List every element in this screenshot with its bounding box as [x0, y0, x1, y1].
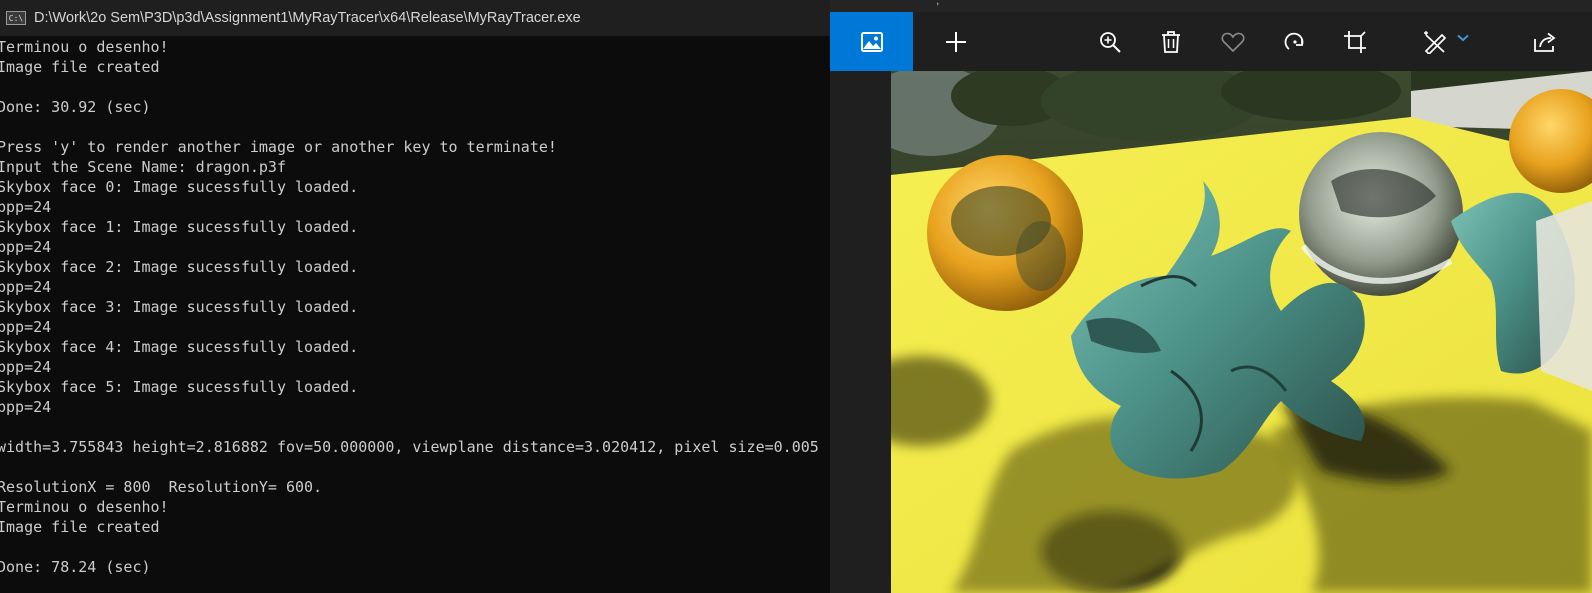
console-title-bar[interactable]: C:\ D:\Work\2o Sem\P3D\p3d\Assignment1\M… — [0, 0, 830, 36]
share-button[interactable] — [1520, 12, 1570, 71]
rotate-button[interactable] — [1270, 12, 1320, 71]
console-line: Skybox face 1: Image sucessfully loaded. — [0, 218, 359, 236]
heart-icon — [1221, 32, 1245, 52]
console-line: Press 'y' to render another image or ano… — [0, 138, 557, 156]
trash-icon — [1162, 30, 1180, 53]
edit-create-icon — [1424, 30, 1447, 54]
photos-viewer-window: , — [830, 0, 1592, 593]
console-line: bpp=24 — [0, 358, 52, 376]
console-line: ResolutionX = 800 ResolutionY= 600. — [0, 478, 323, 496]
console-line: Input the Scene Name: dragon.p3f — [0, 158, 286, 176]
console-line: Skybox face 5: Image sucessfully loaded. — [0, 378, 359, 396]
photos-toolbar — [830, 12, 1592, 71]
add-button[interactable] — [914, 12, 997, 71]
rotate-icon — [1284, 32, 1304, 50]
console-line: bpp=24 — [0, 398, 52, 416]
console-line: Terminou o desenho! — [0, 498, 169, 516]
console-line: Terminou o desenho! — [0, 38, 169, 56]
console-app-icon: C:\ — [6, 11, 26, 25]
view-image-button[interactable] — [830, 12, 913, 71]
console-line: bpp=24 — [0, 198, 52, 216]
photo-canvas[interactable] — [830, 71, 1592, 593]
crop-button[interactable] — [1330, 12, 1380, 71]
delete-button[interactable] — [1146, 12, 1196, 71]
console-line: Image file created — [0, 58, 160, 76]
console-line: Skybox face 3: Image sucessfully loaded. — [0, 298, 359, 316]
photos-title-fragment: , — [936, 0, 940, 7]
console-line: bpp=24 — [0, 318, 52, 336]
chevron-down-icon — [1457, 34, 1469, 41]
zoom-in-icon — [1100, 31, 1121, 53]
console-line: Skybox face 0: Image sucessfully loaded. — [0, 178, 359, 196]
console-line: Skybox face 2: Image sucessfully loaded. — [0, 258, 359, 276]
photos-title-strip: , — [830, 0, 1592, 12]
plus-icon — [945, 31, 966, 52]
console-line: bpp=24 — [0, 238, 52, 256]
share-icon — [1534, 32, 1556, 52]
console-output[interactable]: Terminou o desenho! Image file created Don… — [0, 37, 830, 577]
console-window-title: D:\Work\2o Sem\P3D\p3d\Assignment1\MyRay… — [34, 10, 581, 26]
image-icon — [860, 31, 883, 52]
favorite-button[interactable] — [1208, 12, 1258, 71]
zoom-in-button[interactable] — [1085, 12, 1135, 71]
console-line: bpp=24 — [0, 278, 52, 296]
console-line: Image file created — [0, 518, 160, 536]
console-line: Done: 78.24 (sec) — [0, 558, 151, 576]
edit-create-button[interactable] — [1412, 12, 1480, 71]
crop-icon — [1344, 30, 1366, 53]
console-line: width=3.755843 height=2.816882 fov=50.00… — [0, 438, 819, 456]
console-window: C:\ D:\Work\2o Sem\P3D\p3d\Assignment1\M… — [0, 0, 830, 593]
console-line: Skybox face 4: Image sucessfully loaded. — [0, 338, 359, 356]
ray-traced-dragon-image — [891, 71, 1592, 593]
console-line: Done: 30.92 (sec) — [0, 98, 151, 116]
